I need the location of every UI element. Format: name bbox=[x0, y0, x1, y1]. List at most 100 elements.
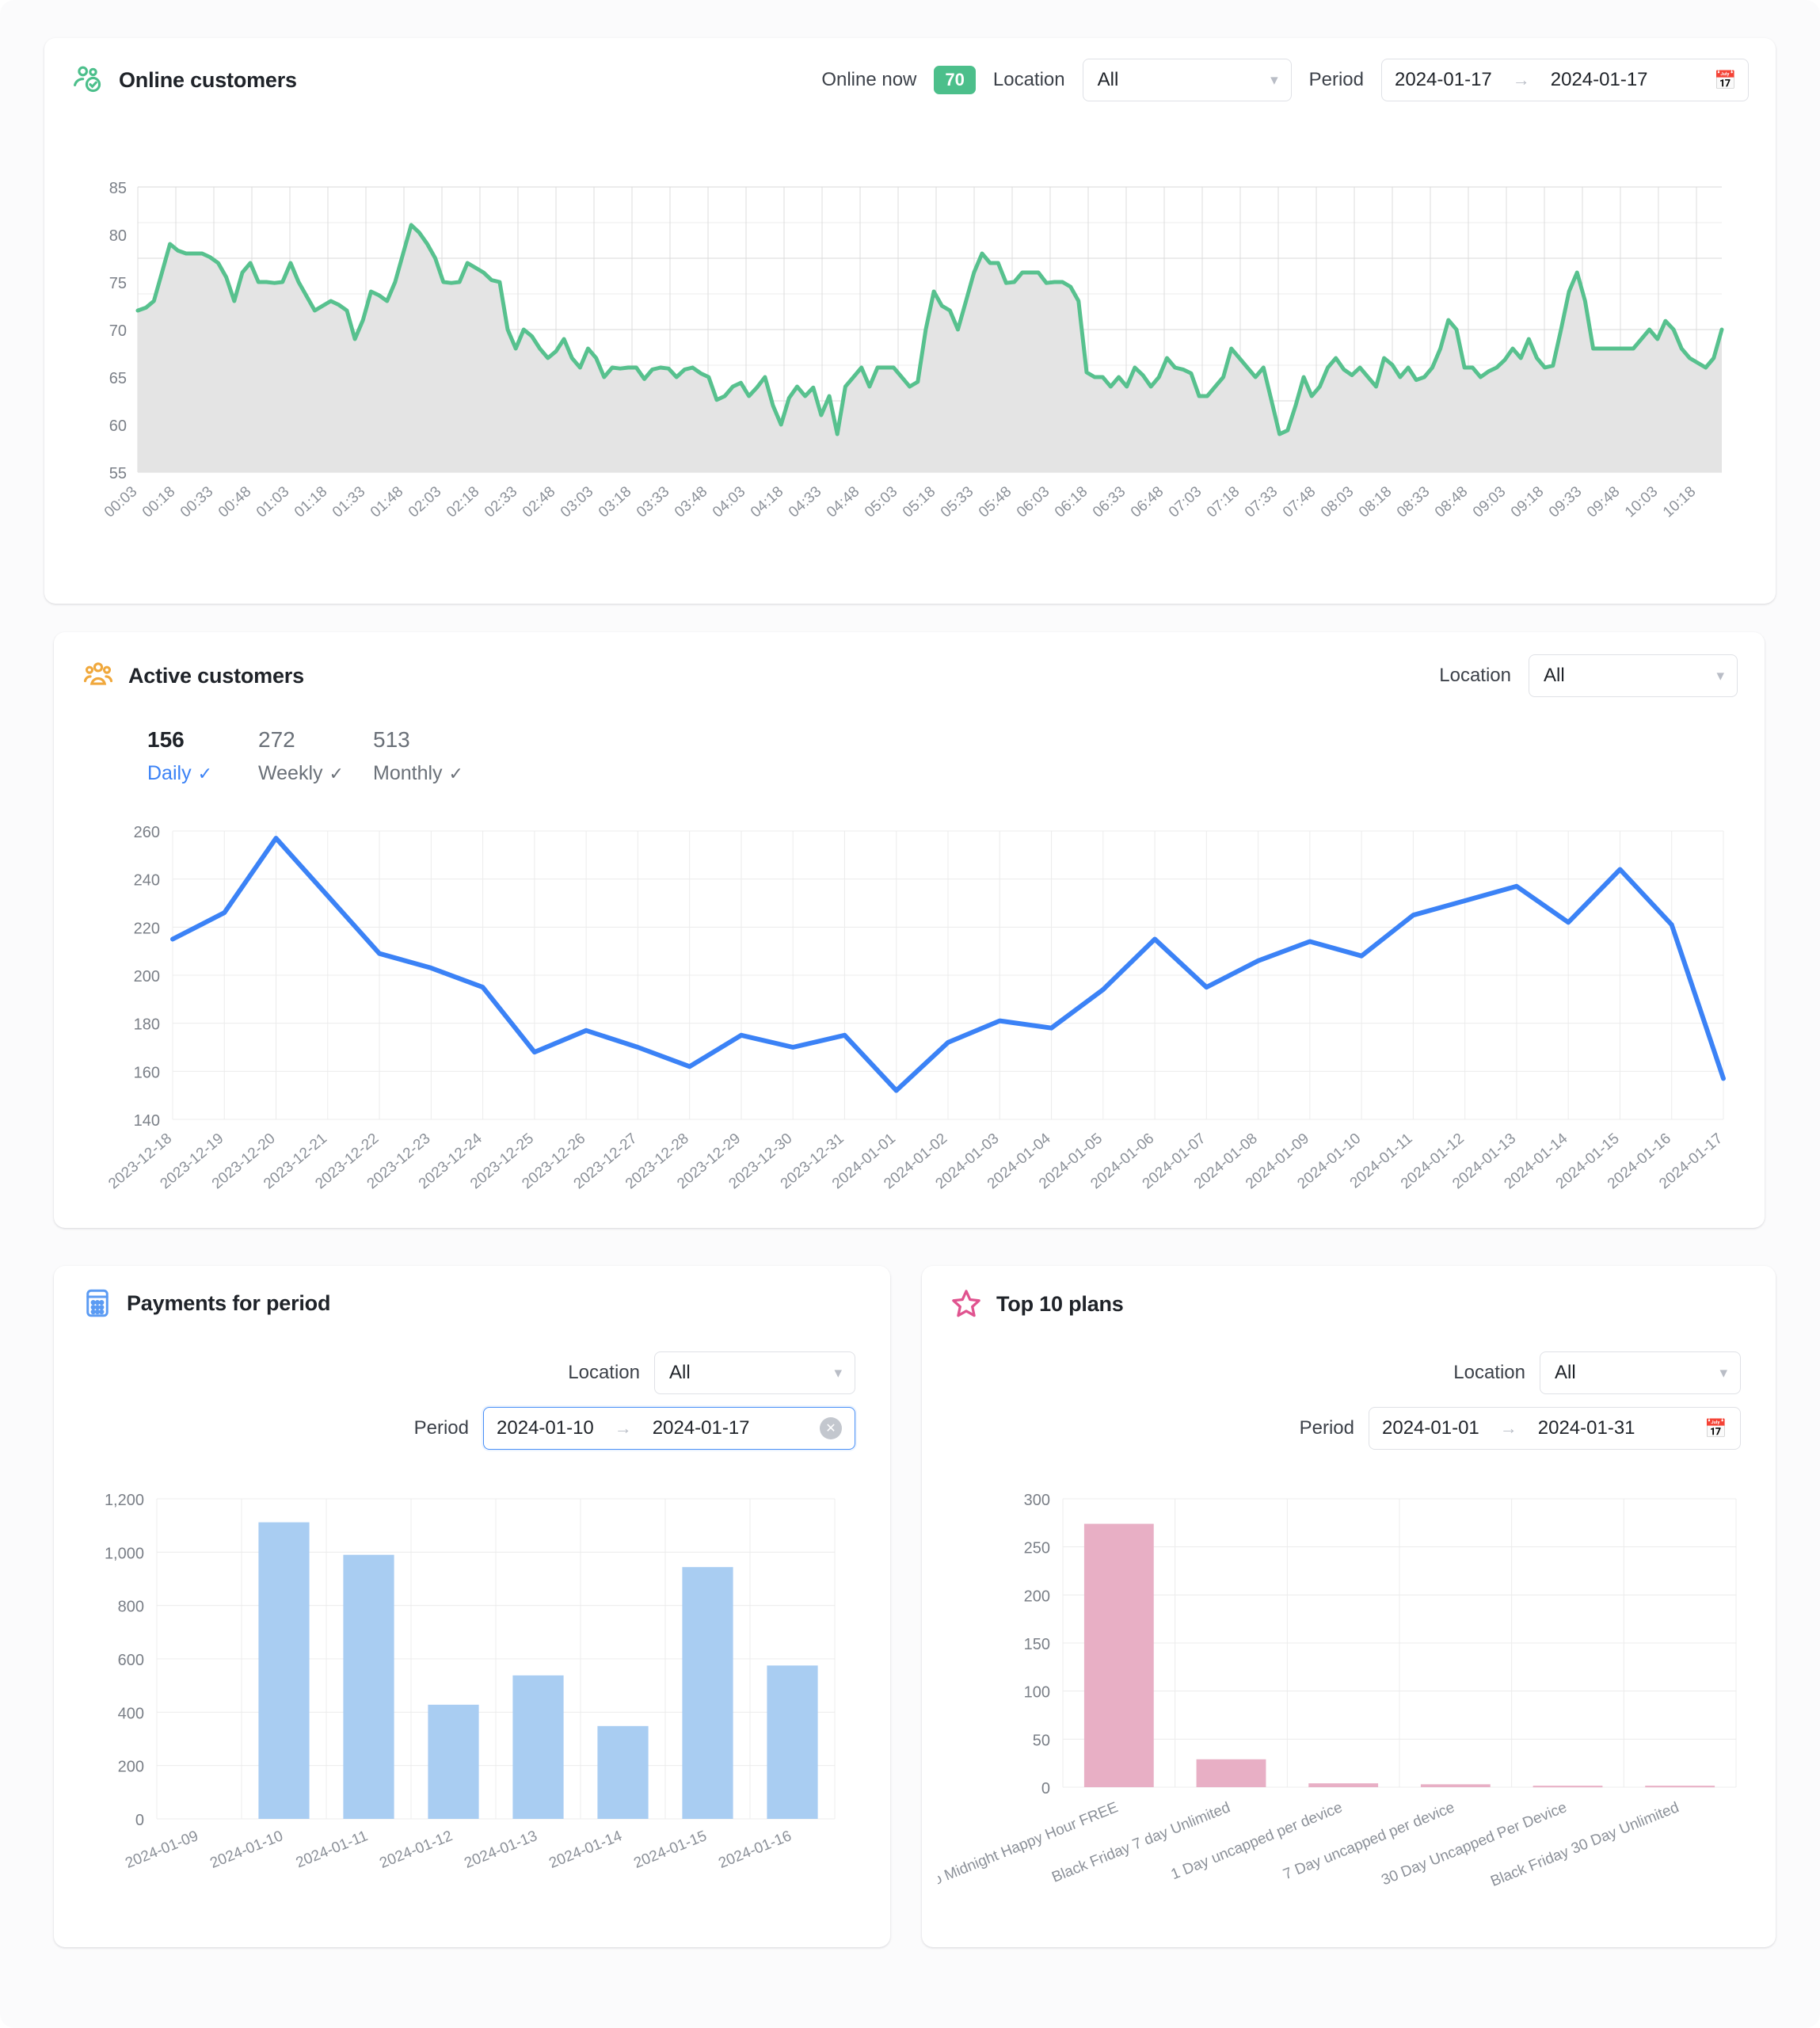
svg-text:03:48: 03:48 bbox=[672, 483, 710, 520]
svg-text:2024-01-10: 2024-01-10 bbox=[208, 1828, 285, 1872]
svg-text:80: 80 bbox=[109, 227, 127, 245]
period-daterange[interactable]: 2024-01-10 → 2024-01-17 ✕ bbox=[483, 1407, 855, 1450]
stat-label: Weekly bbox=[258, 762, 323, 784]
stat-value: 272 bbox=[258, 727, 295, 752]
period-daterange[interactable]: 2024-01-01 → 2024-01-31 📅 bbox=[1369, 1407, 1741, 1450]
online-customers-icon bbox=[71, 63, 106, 97]
period-end-input[interactable]: 2024-01-17 bbox=[1551, 69, 1648, 91]
card-title: Top 10 plans bbox=[996, 1291, 1124, 1316]
period-daterange[interactable]: 2024-01-17 → 2024-01-17 📅 bbox=[1381, 59, 1749, 101]
payments-calculator-icon bbox=[81, 1287, 114, 1320]
svg-text:06:48: 06:48 bbox=[1128, 483, 1167, 520]
stat-value: 156 bbox=[147, 727, 185, 752]
svg-text:55: 55 bbox=[109, 465, 127, 482]
chevron-down-icon: ▾ bbox=[834, 1364, 842, 1382]
svg-text:160: 160 bbox=[134, 1064, 160, 1081]
period-start-input[interactable]: 2024-01-01 bbox=[1382, 1417, 1479, 1439]
svg-text:02:03: 02:03 bbox=[406, 483, 444, 520]
svg-text:02:33: 02:33 bbox=[482, 483, 520, 520]
active-customers-icon bbox=[81, 658, 116, 693]
svg-text:75: 75 bbox=[109, 275, 127, 292]
calendar-icon[interactable]: 📅 bbox=[1704, 1418, 1727, 1439]
svg-text:01:48: 01:48 bbox=[367, 483, 406, 520]
svg-text:01:03: 01:03 bbox=[253, 483, 292, 520]
svg-text:08:48: 08:48 bbox=[1432, 483, 1471, 520]
svg-text:09:18: 09:18 bbox=[1508, 483, 1547, 520]
stat-weekly[interactable]: 272 Weekly ✓ bbox=[258, 727, 373, 785]
svg-text:00:33: 00:33 bbox=[177, 483, 216, 520]
svg-text:03:03: 03:03 bbox=[558, 483, 596, 520]
svg-text:800: 800 bbox=[118, 1599, 144, 1616]
svg-text:10:18: 10:18 bbox=[1660, 483, 1699, 520]
calendar-icon[interactable]: 📅 bbox=[1714, 70, 1737, 91]
svg-text:200: 200 bbox=[118, 1759, 144, 1776]
svg-text:180: 180 bbox=[134, 1016, 160, 1034]
svg-text:03:33: 03:33 bbox=[634, 483, 672, 520]
check-icon: ✓ bbox=[329, 763, 344, 783]
location-label: Location bbox=[1453, 1362, 1525, 1383]
svg-text:Black Friday 7 day Unlimited: Black Friday 7 day Unlimited bbox=[1049, 1799, 1232, 1886]
svg-text:Black Friday 30 Day Unlimited: Black Friday 30 Day Unlimited bbox=[1488, 1799, 1681, 1890]
active-chart-svg: 140160180200220240260 2023-12-182023-12-… bbox=[105, 824, 1726, 1192]
period-label: Period bbox=[1299, 1417, 1354, 1439]
svg-text:01:33: 01:33 bbox=[329, 483, 368, 520]
stat-label: Monthly bbox=[373, 762, 443, 784]
card-title: Online customers bbox=[119, 67, 297, 92]
location-value: All bbox=[669, 1362, 691, 1383]
top-plans-chart: 0 50 100 150 200 250 300 KaKo Midnight Happy H… bbox=[938, 1470, 1761, 1930]
svg-text:70: 70 bbox=[109, 322, 127, 340]
online-now-badge: 70 bbox=[934, 66, 976, 94]
location-label: Location bbox=[568, 1362, 640, 1383]
svg-text:50: 50 bbox=[1033, 1732, 1050, 1749]
svg-text:2024-01-12: 2024-01-12 bbox=[377, 1828, 455, 1872]
chevron-down-icon: ▾ bbox=[1270, 71, 1278, 89]
period-end-input[interactable]: 2024-01-31 bbox=[1538, 1417, 1635, 1439]
location-select[interactable]: All ▾ bbox=[1529, 654, 1738, 697]
svg-text:1,000: 1,000 bbox=[105, 1545, 144, 1562]
svg-text:08:33: 08:33 bbox=[1394, 483, 1433, 520]
payments-chart-svg: 02004006008001,0001,200 2024-01-09 2024-0… bbox=[105, 1492, 836, 1872]
location-select[interactable]: All ▾ bbox=[654, 1351, 855, 1394]
svg-text:65: 65 bbox=[109, 370, 127, 387]
card-title: Active customers bbox=[128, 663, 304, 688]
svg-text:KaKo Midnight Happy Hour FREE: KaKo Midnight Happy Hour FREE bbox=[938, 1799, 1121, 1900]
location-label: Location bbox=[992, 69, 1065, 90]
card-title: Payments for period bbox=[127, 1290, 331, 1315]
svg-text:08:03: 08:03 bbox=[1318, 483, 1357, 520]
svg-text:400: 400 bbox=[118, 1705, 144, 1722]
online-customers-chart: 55 60 65 70 75 80 85 00:03 00:18 00:33 00:48 01:03… bbox=[71, 155, 1750, 591]
svg-text:2024-01-16: 2024-01-16 bbox=[716, 1828, 794, 1872]
svg-text:220: 220 bbox=[134, 920, 160, 937]
period-start-input[interactable]: 2024-01-10 bbox=[497, 1417, 594, 1439]
period-end-input[interactable]: 2024-01-17 bbox=[653, 1417, 750, 1439]
svg-text:09:48: 09:48 bbox=[1584, 483, 1623, 520]
location-select[interactable]: All ▾ bbox=[1082, 59, 1292, 101]
svg-text:05:33: 05:33 bbox=[938, 483, 977, 520]
check-icon: ✓ bbox=[448, 763, 463, 783]
svg-text:05:48: 05:48 bbox=[976, 483, 1015, 520]
location-label: Location bbox=[1439, 665, 1511, 686]
stat-daily[interactable]: 156 Daily ✓ bbox=[147, 727, 258, 785]
svg-text:07:48: 07:48 bbox=[1280, 483, 1319, 520]
location-select[interactable]: All ▾ bbox=[1540, 1351, 1741, 1394]
svg-text:07:33: 07:33 bbox=[1242, 483, 1281, 520]
svg-text:0: 0 bbox=[135, 1812, 144, 1829]
svg-text:1,200: 1,200 bbox=[105, 1492, 144, 1509]
svg-text:04:33: 04:33 bbox=[786, 483, 824, 520]
online-now-label: Online now bbox=[821, 69, 917, 90]
svg-text:0: 0 bbox=[1041, 1780, 1050, 1797]
svg-text:100: 100 bbox=[1024, 1684, 1050, 1702]
stat-monthly[interactable]: 513 Monthly ✓ bbox=[373, 727, 500, 785]
svg-text:2024-01-15: 2024-01-15 bbox=[631, 1828, 709, 1872]
svg-text:200: 200 bbox=[1024, 1588, 1050, 1605]
period-start-input[interactable]: 2024-01-17 bbox=[1395, 69, 1492, 91]
clear-icon[interactable]: ✕ bbox=[820, 1417, 842, 1439]
svg-text:07:03: 07:03 bbox=[1166, 483, 1205, 520]
svg-text:05:03: 05:03 bbox=[862, 483, 900, 520]
svg-text:04:48: 04:48 bbox=[824, 483, 862, 520]
location-value: All bbox=[1097, 69, 1119, 90]
stat-value: 513 bbox=[373, 727, 410, 752]
online-chart-svg: 55 60 65 70 75 80 85 00:0300:1800:3300:4801:03… bbox=[101, 180, 1724, 521]
arrow-right-icon: → bbox=[1512, 70, 1530, 90]
svg-text:300: 300 bbox=[1024, 1492, 1050, 1509]
